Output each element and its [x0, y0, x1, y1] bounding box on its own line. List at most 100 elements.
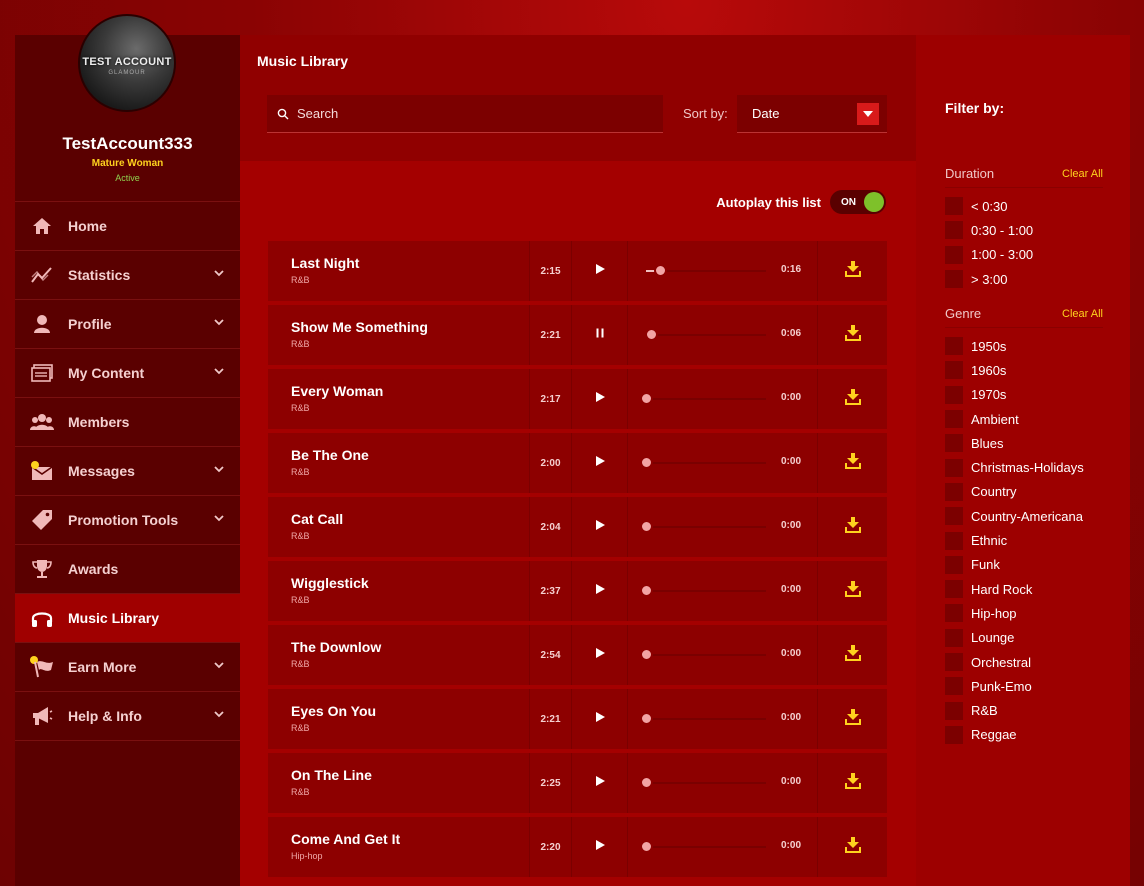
play-button[interactable]: [571, 497, 628, 557]
search-input[interactable]: [297, 106, 637, 121]
checkbox[interactable]: [945, 337, 963, 356]
progress-bar[interactable]: [640, 584, 766, 597]
progress-bar[interactable]: [640, 456, 766, 469]
genre-filter-option[interactable]: Lounge: [945, 626, 1103, 650]
checkbox[interactable]: [945, 385, 963, 404]
play-button[interactable]: [571, 561, 628, 621]
progress-handle[interactable]: [640, 392, 653, 405]
progress-bar[interactable]: [640, 648, 766, 661]
progress-bar[interactable]: [640, 776, 766, 789]
pause-button[interactable]: [571, 305, 628, 365]
genre-filter-option[interactable]: Reggae: [945, 723, 1103, 747]
play-button[interactable]: [571, 241, 628, 301]
sidebar-item-home[interactable]: Home: [15, 202, 240, 251]
progress-bar[interactable]: [640, 712, 766, 725]
checkbox[interactable]: [945, 197, 963, 216]
progress-handle[interactable]: [654, 264, 667, 277]
download-button[interactable]: [818, 689, 887, 749]
checkbox[interactable]: [945, 580, 963, 599]
genre-filter-option[interactable]: Country: [945, 480, 1103, 504]
sidebar-item-members[interactable]: Members: [15, 398, 240, 447]
play-button[interactable]: [571, 753, 628, 813]
genre-filter-option[interactable]: Country-Americana: [945, 504, 1103, 528]
autoplay-toggle[interactable]: ON: [830, 190, 886, 214]
checkbox[interactable]: [945, 245, 963, 264]
checkbox[interactable]: [945, 604, 963, 623]
sidebar-item-earn-more[interactable]: Earn More: [15, 643, 240, 692]
progress-handle[interactable]: [640, 456, 653, 469]
progress-handle[interactable]: [640, 712, 653, 725]
download-button[interactable]: [818, 753, 887, 813]
checkbox[interactable]: [945, 507, 963, 526]
genre-filter-option[interactable]: Hip-hop: [945, 601, 1103, 625]
checkbox[interactable]: [945, 555, 963, 574]
genre-filter-option[interactable]: Blues: [945, 431, 1103, 455]
genre-filter-option[interactable]: Hard Rock: [945, 577, 1103, 601]
chevron-down-icon[interactable]: [214, 709, 224, 719]
sidebar-item-statistics[interactable]: Statistics: [15, 251, 240, 300]
sidebar-item-awards[interactable]: Awards: [15, 545, 240, 594]
genre-filter-option[interactable]: 1960s: [945, 358, 1103, 382]
progress-bar[interactable]: [640, 392, 766, 405]
duration-clear-all-link[interactable]: Clear All: [1062, 168, 1103, 180]
duration-filter-option[interactable]: < 0:30: [945, 194, 1103, 218]
search-box[interactable]: [267, 95, 663, 133]
genre-filter-option[interactable]: R&B: [945, 698, 1103, 722]
download-button[interactable]: [818, 241, 887, 301]
progress-bar[interactable]: [645, 328, 766, 341]
chevron-down-icon[interactable]: [857, 103, 879, 125]
genre-filter-option[interactable]: 1950s: [945, 334, 1103, 358]
checkbox[interactable]: [945, 725, 963, 744]
download-button[interactable]: [818, 625, 887, 685]
duration-filter-option[interactable]: 1:00 - 3:00: [945, 243, 1103, 267]
sidebar-item-promotion-tools[interactable]: Promotion Tools: [15, 496, 240, 545]
genre-filter-option[interactable]: Orchestral: [945, 650, 1103, 674]
checkbox[interactable]: [945, 458, 963, 477]
play-button[interactable]: [571, 625, 628, 685]
sidebar-item-messages[interactable]: Messages: [15, 447, 240, 496]
download-button[interactable]: [818, 305, 887, 365]
progress-handle[interactable]: [640, 840, 653, 853]
sort-select[interactable]: Date: [737, 95, 887, 133]
sidebar-item-help-info[interactable]: Help & Info: [15, 692, 240, 741]
checkbox[interactable]: [945, 482, 963, 501]
sidebar-item-profile[interactable]: Profile: [15, 300, 240, 349]
genre-filter-option[interactable]: Ambient: [945, 407, 1103, 431]
download-button[interactable]: [818, 369, 887, 429]
progress-handle[interactable]: [640, 584, 653, 597]
checkbox[interactable]: [945, 410, 963, 429]
checkbox[interactable]: [945, 361, 963, 380]
genre-filter-option[interactable]: 1970s: [945, 383, 1103, 407]
sidebar-item-music-library[interactable]: Music Library: [15, 594, 240, 643]
checkbox[interactable]: [945, 434, 963, 453]
chevron-down-icon[interactable]: [214, 513, 224, 523]
checkbox[interactable]: [945, 677, 963, 696]
chevron-down-icon[interactable]: [214, 660, 224, 670]
download-button[interactable]: [818, 497, 887, 557]
sidebar-item-my-content[interactable]: My Content: [15, 349, 240, 398]
checkbox[interactable]: [945, 531, 963, 550]
download-button[interactable]: [818, 433, 887, 493]
checkbox[interactable]: [945, 270, 963, 289]
progress-bar[interactable]: [640, 840, 766, 853]
chevron-down-icon[interactable]: [214, 317, 224, 327]
checkbox[interactable]: [945, 221, 963, 240]
chevron-down-icon[interactable]: [214, 464, 224, 474]
duration-filter-option[interactable]: > 3:00: [945, 267, 1103, 291]
download-button[interactable]: [818, 817, 887, 877]
progress-handle[interactable]: [640, 776, 653, 789]
progress-handle[interactable]: [640, 520, 653, 533]
checkbox[interactable]: [945, 701, 963, 720]
duration-filter-option[interactable]: 0:30 - 1:00: [945, 218, 1103, 242]
progress-handle[interactable]: [645, 328, 658, 341]
checkbox[interactable]: [945, 628, 963, 647]
play-button[interactable]: [571, 433, 628, 493]
genre-clear-all-link[interactable]: Clear All: [1062, 308, 1103, 320]
genre-filter-option[interactable]: Christmas-Holidays: [945, 455, 1103, 479]
progress-bar[interactable]: [640, 520, 766, 533]
genre-filter-option[interactable]: Punk-Emo: [945, 674, 1103, 698]
play-button[interactable]: [571, 817, 628, 877]
play-button[interactable]: [571, 689, 628, 749]
avatar[interactable]: TEST ACCOUNT GLAMOUR: [78, 14, 176, 112]
progress-bar[interactable]: [646, 264, 766, 277]
